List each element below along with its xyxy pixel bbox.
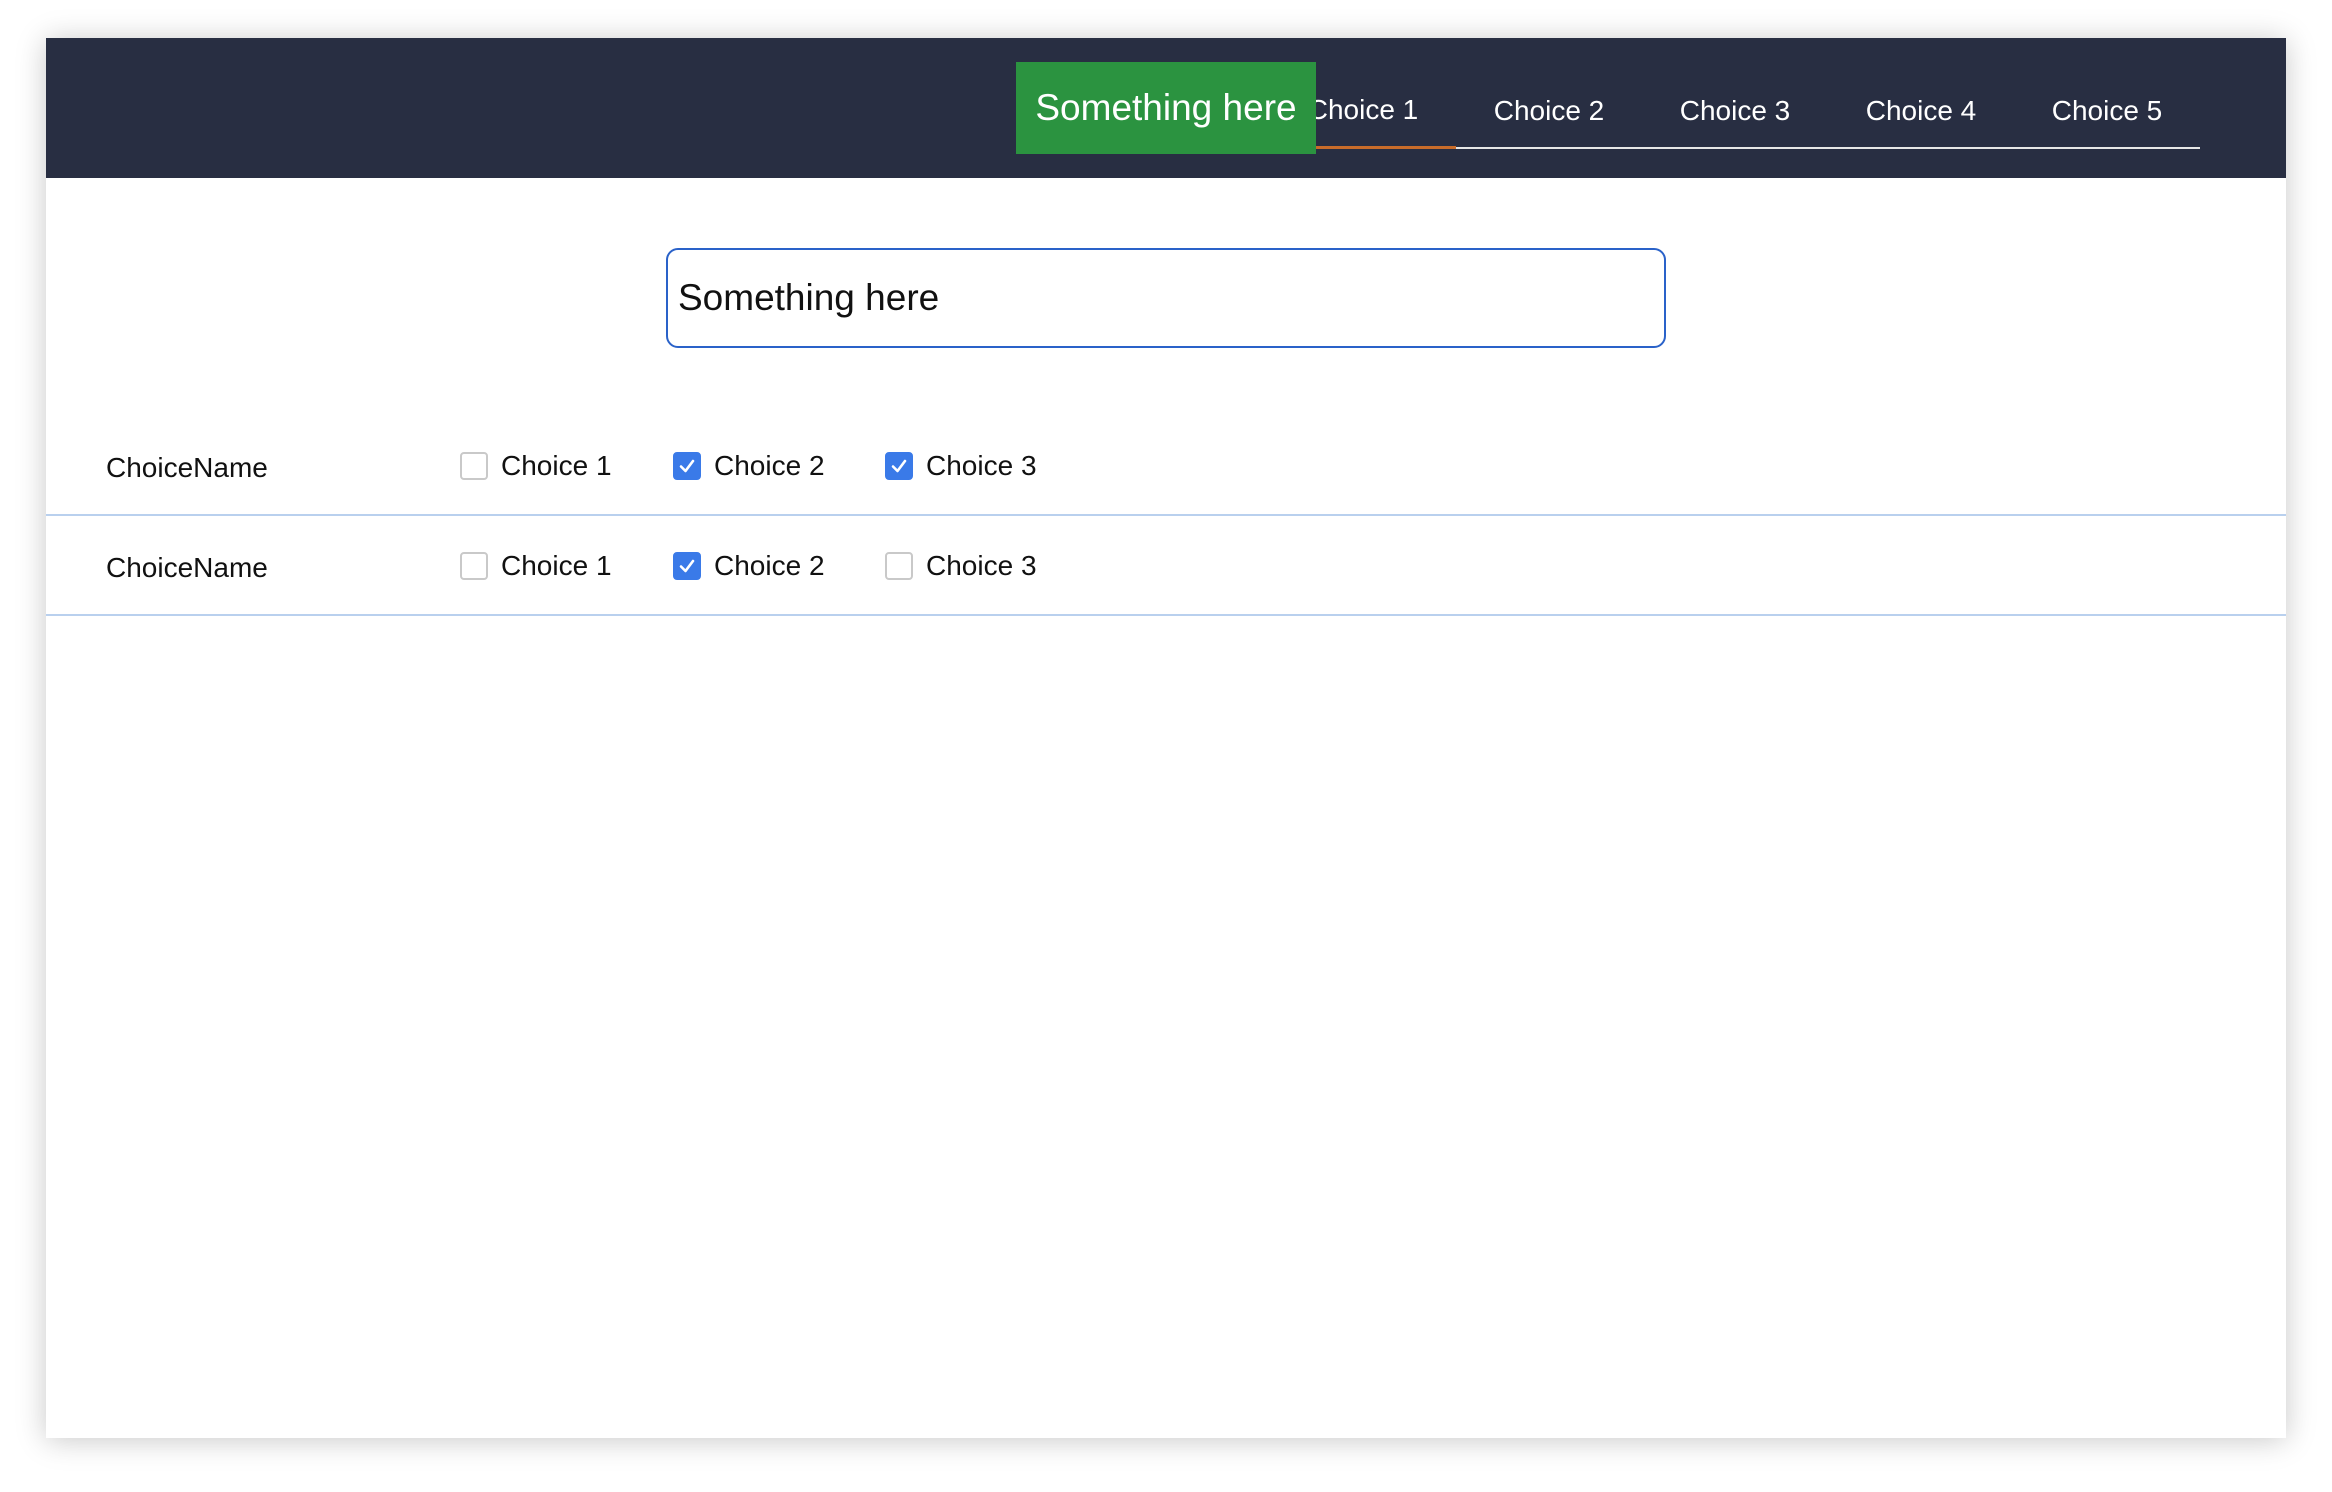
choice-label: Choice 3 [926,550,1037,581]
choice-option-3[interactable]: Choice 3 [885,450,1037,482]
something-here-button[interactable]: Something here [1016,62,1316,154]
choice-label: Choice 2 [714,450,825,481]
choice-label: Choice 1 [501,450,612,481]
choice-label: Choice 2 [714,550,825,581]
choice-row: ChoiceName Choice 1 Choice 2 Choice 3 [46,416,2286,516]
checkmark-icon [891,459,907,473]
choice-option-1[interactable]: Choice 1 [460,550,612,582]
tab-choice-5[interactable]: Choice 5 [2014,74,2200,149]
tab-choice-2[interactable]: Choice 2 [1456,74,1642,149]
choice-option-2[interactable]: Choice 2 [673,450,825,482]
choice-option-1[interactable]: Choice 1 [460,450,612,482]
choice-option-3[interactable]: Choice 3 [885,550,1037,582]
tab-choice-3[interactable]: Choice 3 [1642,74,1828,149]
checkbox[interactable] [885,552,913,580]
checkbox[interactable] [460,452,488,480]
checkbox[interactable] [885,452,913,480]
checkbox[interactable] [673,552,701,580]
choice-label: Choice 1 [501,550,612,581]
row-label: ChoiceName [106,552,268,583]
checkmark-icon [679,559,695,573]
row-label: ChoiceName [106,452,268,483]
choice-option-2[interactable]: Choice 2 [673,550,825,582]
choice-label: Choice 3 [926,450,1037,481]
tab-bar: Choice 1 Choice 2 Choice 3 Choice 4 Choi… [1270,74,2200,149]
checkmark-icon [679,459,695,473]
search-input[interactable] [666,248,1666,348]
app-window: Choice 1 Choice 2 Choice 3 Choice 4 Choi… [46,38,2286,1438]
choice-row: ChoiceName Choice 1 Choice 2 Choice 3 [46,516,2286,616]
top-navigation-bar: Choice 1 Choice 2 Choice 3 Choice 4 Choi… [46,38,2286,178]
tab-choice-4[interactable]: Choice 4 [1828,74,2014,149]
checkbox[interactable] [460,552,488,580]
checkbox[interactable] [673,452,701,480]
